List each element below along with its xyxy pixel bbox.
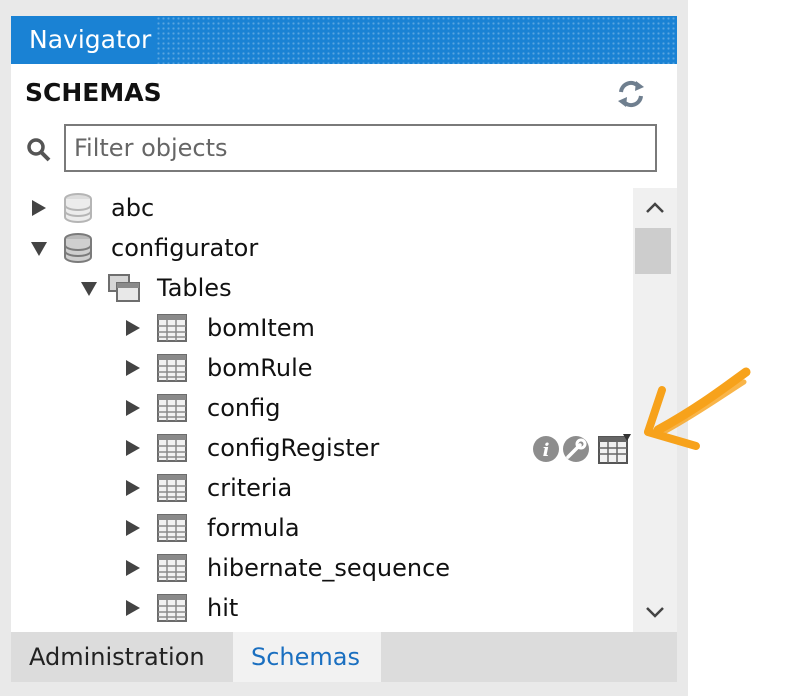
expand-arrow-icon[interactable] [123,398,143,418]
tab-schemas[interactable]: Schemas [233,632,381,682]
table-label: configRegister [207,434,380,462]
wrench-icon[interactable] [563,436,589,462]
expand-arrow-icon[interactable] [123,518,143,538]
expand-arrow-icon[interactable] [123,358,143,378]
filter-objects-input[interactable] [64,124,657,172]
row-hover-actions: i [530,432,634,466]
collapse-arrow-icon[interactable] [79,278,99,298]
table-label: formula [207,514,300,542]
schema-label: configurator [111,234,259,262]
table-icon [155,592,189,624]
scroll-up-icon[interactable] [633,188,677,228]
table-label: bomItem [207,314,315,342]
table-icon [155,432,189,464]
table-icon [155,552,189,584]
annotation-arrow-icon [628,366,752,466]
navigator-header: Navigator [11,16,677,64]
table-data-icon[interactable] [598,434,631,464]
table-label: hibernate_sequence [207,554,451,582]
expand-arrow-icon[interactable] [123,598,143,618]
svg-text:i: i [543,440,550,461]
tree-item-table[interactable]: bomItem [11,308,633,348]
scrollbar-thumb[interactable] [635,228,671,274]
table-label: hit [207,594,239,622]
table-icon [155,472,189,504]
tree-item-table[interactable]: bomRule [11,348,633,388]
tree-item-table[interactable]: formula [11,508,633,548]
tables-folder-label: Tables [157,274,232,302]
expand-arrow-icon[interactable] [123,438,143,458]
tab-administration[interactable]: Administration [11,632,223,682]
tables-folder-icon [107,272,141,304]
tree-item-table[interactable]: hit [11,588,633,628]
table-label: bomRule [207,354,313,382]
table-label: criteria [207,474,293,502]
navigator-title: Navigator [11,16,158,64]
tree-item-table[interactable]: criteria [11,468,633,508]
search-icon [25,136,53,164]
table-icon [155,352,189,384]
tree-item-table[interactable]: config [11,388,633,428]
collapse-arrow-icon[interactable] [29,238,49,258]
database-icon [61,232,95,264]
table-label: config [207,394,281,422]
tree-item-tables-folder[interactable]: Tables [11,268,633,308]
expand-arrow-icon[interactable] [29,198,49,218]
tree-item-schema-configurator[interactable]: configurator [11,228,633,268]
schemas-section: SCHEMAS Filter objects abc configurator … [11,64,677,632]
database-icon [61,192,95,224]
table-icon [155,312,189,344]
schema-tree: abc configurator Tables bomItem bomRule … [11,188,633,632]
table-icon [155,392,189,424]
table-icon [155,512,189,544]
schema-label: abc [111,194,155,222]
bottom-tab-bar: Administration Schemas [11,632,677,682]
expand-arrow-icon[interactable] [123,318,143,338]
schemas-heading: SCHEMAS [25,78,162,107]
navigator-panel: Navigator SCHEMAS Filter objects abc con… [0,0,688,696]
scroll-down-icon[interactable] [633,592,677,632]
info-icon[interactable]: i [533,436,559,462]
tree-item-table[interactable]: hibernate_sequence [11,548,633,588]
expand-arrow-icon[interactable] [123,478,143,498]
refresh-icon[interactable] [615,78,647,110]
tree-item-schema-abc[interactable]: abc [11,188,633,228]
expand-arrow-icon[interactable] [123,558,143,578]
